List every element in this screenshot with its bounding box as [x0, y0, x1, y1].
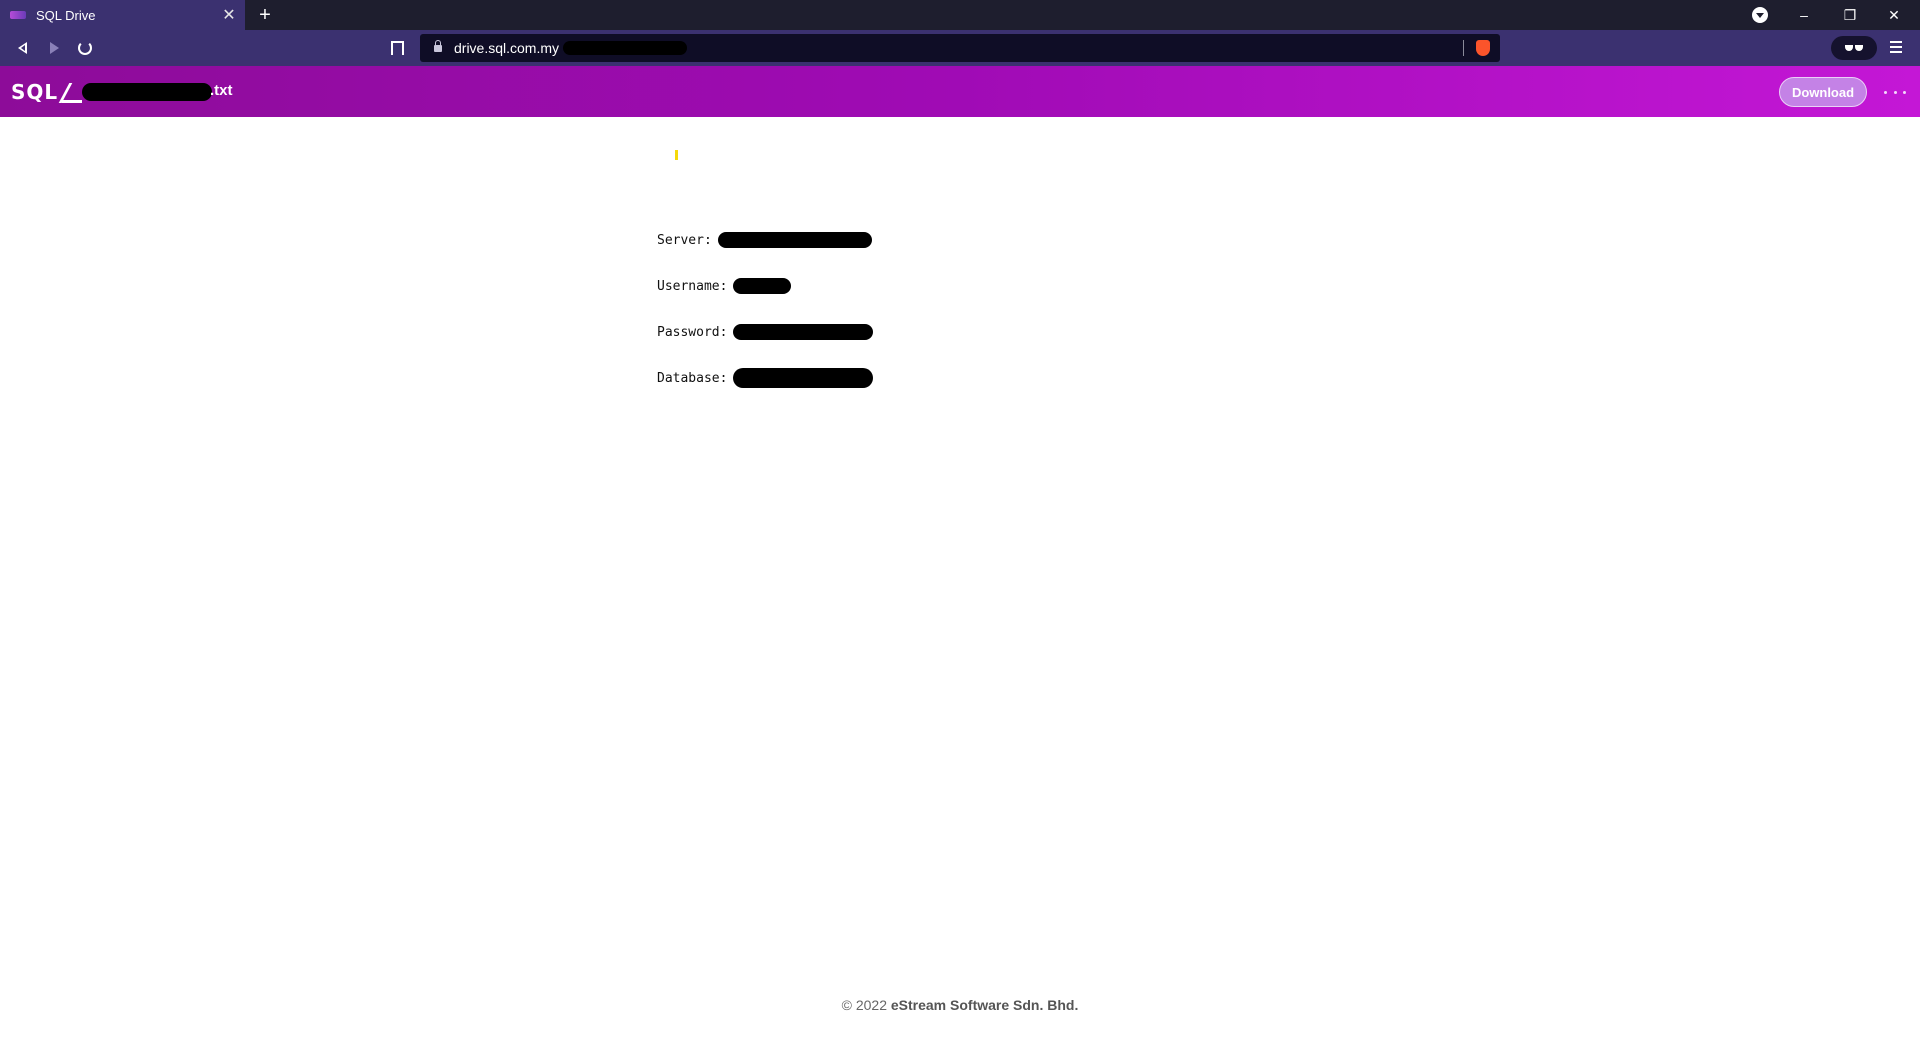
reload-icon	[78, 41, 92, 55]
database-label: Database:	[657, 370, 728, 386]
restore-button[interactable]: ❐	[1828, 0, 1872, 30]
redacted-url-path	[563, 41, 688, 55]
glasses-icon	[1845, 45, 1863, 51]
sql-logo[interactable]: SQL	[11, 80, 83, 104]
password-label: Password:	[657, 324, 728, 340]
page-footer: © 2022 eStream Software Sdn. Bhd.	[0, 997, 1920, 1013]
url-text: drive.sql.com.my	[454, 40, 560, 56]
browser-tab-bar: SQL Drive ✕ + – ❐ ✕	[0, 0, 1920, 30]
new-tab-button[interactable]: +	[252, 2, 278, 28]
back-button[interactable]	[9, 35, 35, 61]
forward-button[interactable]	[41, 35, 67, 61]
bookmark-button[interactable]	[384, 35, 410, 61]
more-options-icon[interactable]	[1884, 82, 1906, 102]
logo-mark-icon	[60, 83, 83, 103]
file-name: .txt	[210, 82, 233, 99]
close-window-button[interactable]: ✕	[1872, 0, 1916, 30]
profile-menu-icon[interactable]	[1752, 7, 1768, 23]
server-label: Server:	[657, 232, 712, 248]
brave-shields-icon[interactable]	[1476, 40, 1490, 56]
address-bar[interactable]: drive.sql.com.my	[420, 34, 1500, 62]
sql-favicon-icon	[10, 11, 26, 19]
text-cursor-marker	[675, 150, 678, 160]
server-field: Server:	[657, 230, 872, 250]
bookmark-icon	[390, 41, 404, 58]
extension-button[interactable]	[1831, 36, 1877, 60]
redacted-username-value	[733, 278, 792, 294]
tab-title: SQL Drive	[36, 7, 96, 23]
reload-button[interactable]	[72, 35, 98, 61]
back-arrow-icon	[17, 42, 27, 54]
redacted-file-name	[82, 83, 212, 101]
browser-nav-bar: drive.sql.com.my	[0, 30, 1920, 66]
password-field: Password:	[657, 322, 874, 342]
browser-tab[interactable]: SQL Drive ✕	[0, 0, 245, 30]
logo-text: SQL	[11, 80, 59, 104]
username-label: Username:	[657, 278, 728, 294]
app-header: SQL .txt Download	[0, 66, 1920, 117]
company-name: eStream Software Sdn. Bhd.	[890, 997, 1079, 1013]
minimize-button[interactable]: –	[1782, 0, 1826, 30]
username-field: Username:	[657, 276, 792, 296]
lock-icon	[434, 39, 442, 52]
forward-arrow-icon	[49, 42, 59, 54]
url-divider	[1463, 40, 1464, 56]
tab-close-icon[interactable]: ✕	[219, 5, 239, 25]
database-field: Database:	[657, 368, 874, 388]
browser-menu-icon[interactable]	[1890, 41, 1902, 53]
download-button[interactable]: Download	[1779, 77, 1867, 107]
redacted-database-value	[733, 368, 874, 388]
copyright-text: © 2022	[841, 997, 887, 1013]
redacted-server-value	[717, 232, 872, 248]
redacted-password-value	[733, 324, 874, 340]
